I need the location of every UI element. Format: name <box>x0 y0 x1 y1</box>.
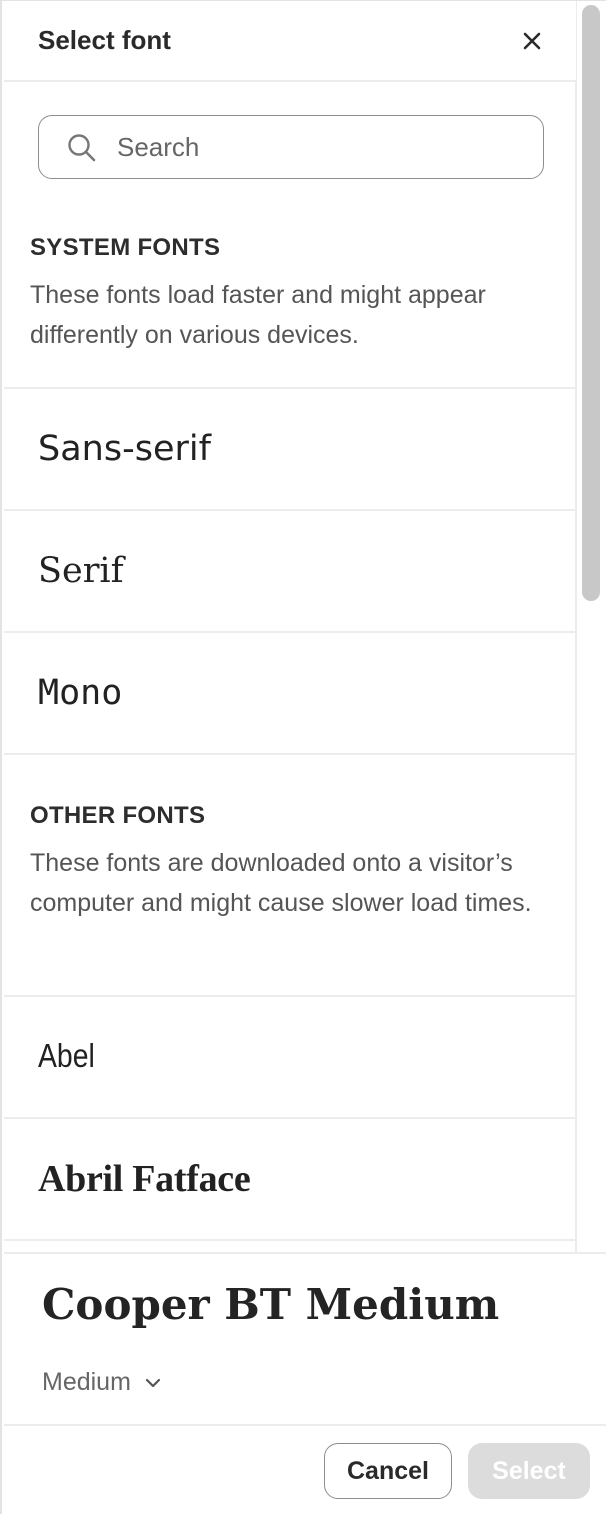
chevron-down-icon <box>145 1378 161 1387</box>
font-option-abril-fatface[interactable]: Abril Fatface <box>4 1117 575 1239</box>
font-picker-dialog: Select font SYSTEM FONTS These fonts loa… <box>0 0 606 1514</box>
other-fonts-description: These fonts are downloaded onto a visito… <box>30 849 532 917</box>
system-fonts-description: These fonts load faster and might appear… <box>30 281 486 349</box>
font-option-serif[interactable]: Serif <box>4 509 575 631</box>
font-option-label: Abril Fatface <box>38 1158 251 1200</box>
dialog-title: Select font <box>38 25 171 55</box>
font-weight-value: Medium <box>42 1368 131 1396</box>
font-option-label: Serif <box>38 551 124 591</box>
cancel-button[interactable]: Cancel <box>324 1443 452 1499</box>
font-option-sans-serif[interactable]: Sans-serif <box>4 387 575 509</box>
other-fonts-heading: OTHER FONTS <box>30 802 206 829</box>
close-button[interactable] <box>516 25 548 57</box>
search-field[interactable] <box>38 115 544 179</box>
select-button[interactable]: Select <box>468 1443 590 1499</box>
search-icon <box>68 134 96 162</box>
font-weight-dropdown[interactable]: Medium <box>42 1368 163 1397</box>
font-option-abel[interactable]: Abel <box>4 995 575 1117</box>
preview-font-name: Cooper BT Medium <box>42 1280 500 1329</box>
font-option-partial[interactable] <box>4 1239 575 1252</box>
dialog-footer: Cancel Select <box>4 1426 606 1514</box>
font-option-label: Mono <box>38 673 123 713</box>
font-option-label: Abel <box>38 1037 95 1074</box>
dialog-header: Select font <box>4 1 577 82</box>
font-preview: Cooper BT Medium Medium <box>4 1252 606 1426</box>
font-option-mono[interactable]: Mono <box>4 631 575 753</box>
scrollbar-thumb[interactable] <box>582 5 600 601</box>
close-icon <box>523 32 541 50</box>
font-option-label: Sans-serif <box>38 429 211 469</box>
system-fonts-heading: SYSTEM FONTS <box>30 234 221 261</box>
font-list-scroll-area[interactable]: SYSTEM FONTS These fonts load faster and… <box>4 82 577 1252</box>
section-divider <box>4 753 575 755</box>
search-input[interactable] <box>117 126 517 168</box>
